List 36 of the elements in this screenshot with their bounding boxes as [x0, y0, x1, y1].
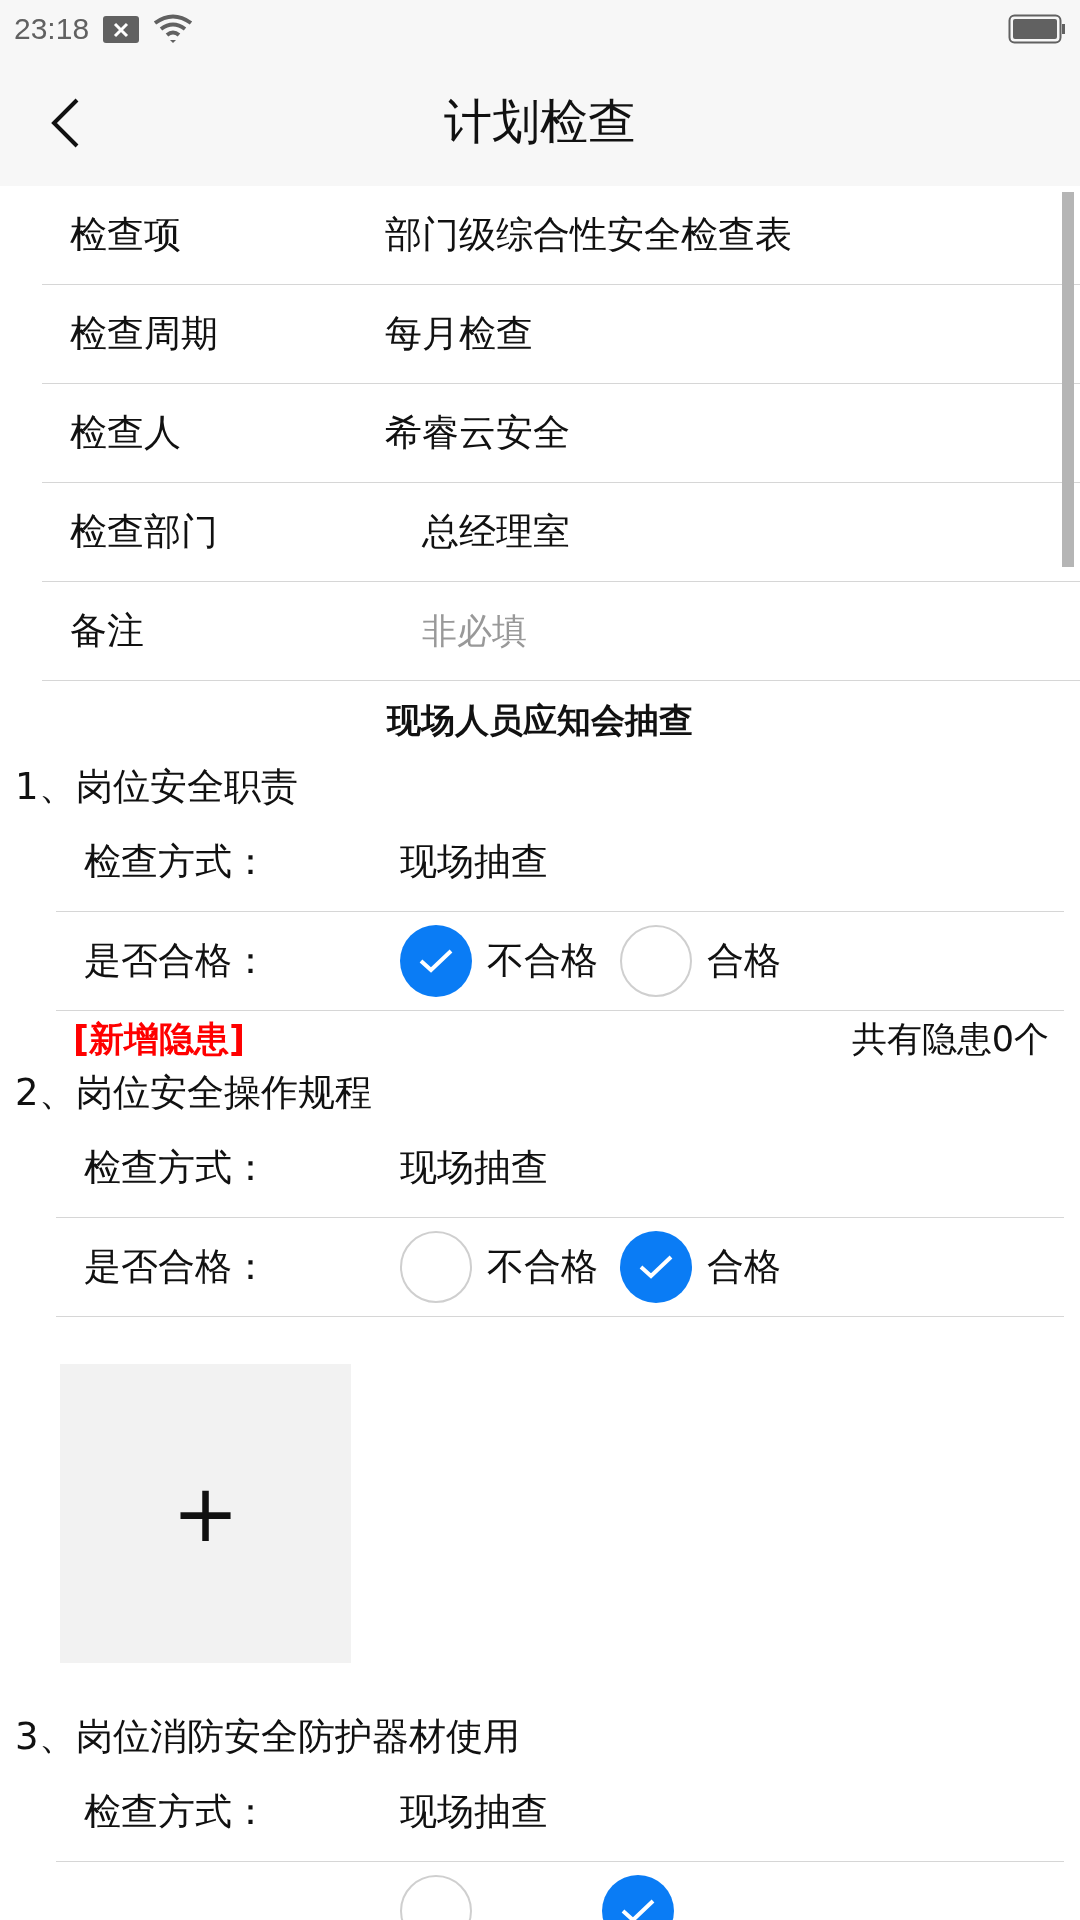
- field-label: 检查方式：: [83, 839, 270, 885]
- field-value: 现场抽查: [400, 1789, 548, 1835]
- section-title: 现场人员应知会抽查: [387, 699, 693, 742]
- field-value: 每月检查: [385, 311, 533, 357]
- field-value: 现场抽查: [400, 1145, 548, 1191]
- item-title: 1、岗位安全职责: [15, 764, 298, 810]
- field-label: 检查部门: [69, 509, 219, 555]
- sim-card-icon: [103, 15, 140, 43]
- field-value: 希睿云安全: [385, 410, 570, 456]
- wifi-icon: [153, 14, 194, 44]
- add-hazard-link[interactable]: [新增隐患]: [73, 1015, 245, 1063]
- battery-icon: [1008, 14, 1066, 44]
- checkmark-icon: [620, 1898, 656, 1920]
- radio-option[interactable]: 不合格: [400, 925, 598, 997]
- checkmark-icon: [418, 948, 454, 974]
- radio-option[interactable]: 合格: [620, 925, 781, 997]
- field-label: 备注: [69, 608, 145, 654]
- checkmark-icon: [638, 1254, 674, 1280]
- field-label: 检查方式：: [83, 1789, 270, 1835]
- field-label: 检查方式：: [83, 1145, 270, 1191]
- radio-option[interactable]: 合格: [620, 1231, 781, 1303]
- field-value: 部门级综合性安全检查表: [385, 212, 792, 258]
- field-label: 是否合格：: [83, 938, 270, 984]
- status-time: 23:18: [14, 12, 90, 46]
- radio-option[interactable]: 不合格: [400, 1231, 598, 1303]
- add-photo-button[interactable]: +: [60, 1364, 351, 1663]
- hazard-count: 共有隐患0个: [851, 1017, 1049, 1061]
- field-label: 是否合格：: [83, 1244, 270, 1290]
- field-label: 检查项: [69, 212, 182, 258]
- field-label: 检查人: [69, 410, 182, 456]
- page-title: 计划检查: [444, 92, 636, 151]
- department-select[interactable]: 总经理室: [422, 507, 570, 557]
- item-title: 3、岗位消防安全防护器材使用: [15, 1714, 520, 1760]
- field-value: 现场抽查: [400, 839, 548, 885]
- item-title: 2、岗位安全操作规程: [15, 1070, 372, 1116]
- field-label: 检查周期: [69, 311, 219, 357]
